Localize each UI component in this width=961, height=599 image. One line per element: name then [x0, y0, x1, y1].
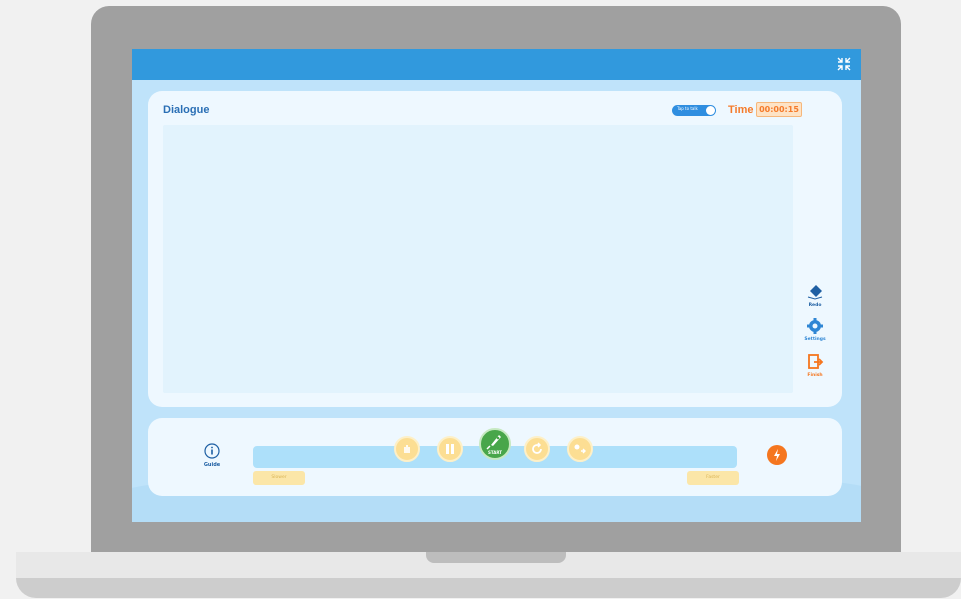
swap-button[interactable]: [567, 436, 593, 462]
info-icon: [204, 443, 220, 459]
finish-label: Finish: [807, 373, 823, 378]
start-button[interactable]: START: [479, 428, 511, 460]
app-topbar: [132, 49, 861, 80]
app-screen: Dialogue Tap to talk Time 00:00:15 Redo: [132, 49, 861, 522]
fullscreen-exit-icon[interactable]: [837, 57, 851, 71]
eraser-icon: [807, 285, 823, 300]
boost-button[interactable]: [767, 445, 787, 465]
redo-label: Redo: [808, 303, 822, 308]
start-label: START: [487, 450, 503, 455]
pause-icon: [446, 444, 454, 454]
hand-icon: [404, 445, 410, 453]
dialogue-panel: Dialogue Tap to talk Time 00:00:15 Redo: [148, 91, 842, 407]
dialogue-content-area: [163, 125, 793, 393]
settings-button[interactable]: Settings: [800, 317, 830, 347]
control-panel: Guide START Slower Faster: [148, 418, 842, 496]
time-label: Time: [728, 104, 754, 116]
exit-icon: [808, 354, 824, 369]
gear-icon: [807, 318, 823, 334]
replay-icon: [532, 442, 542, 454]
hand-button[interactable]: [394, 436, 420, 462]
tap-to-talk-toggle[interactable]: Tap to talk: [672, 105, 716, 116]
rocket-icon: [486, 435, 501, 450]
redo-button[interactable]: Redo: [800, 283, 830, 313]
toggle-label: Tap to talk: [677, 106, 698, 111]
settings-label: Settings: [804, 337, 826, 342]
faster-pill[interactable]: Faster: [687, 471, 739, 485]
replay-button[interactable]: [524, 436, 550, 462]
guide-button[interactable]: Guide: [198, 442, 226, 472]
finish-button[interactable]: Finish: [800, 353, 830, 383]
dialogue-title: Dialogue: [163, 104, 210, 116]
slower-pill[interactable]: Slower: [253, 471, 305, 485]
laptop-notch: [426, 552, 566, 563]
swap-icon: [574, 444, 586, 454]
pause-button[interactable]: [437, 436, 463, 462]
laptop-base-shadow: [16, 578, 961, 598]
guide-label: Guide: [203, 462, 221, 468]
timer-value: 00:00:15: [756, 102, 802, 117]
laptop-mockup: Dialogue Tap to talk Time 00:00:15 Redo: [0, 0, 961, 599]
lightning-icon: [774, 449, 780, 461]
toggle-knob: [706, 106, 715, 115]
